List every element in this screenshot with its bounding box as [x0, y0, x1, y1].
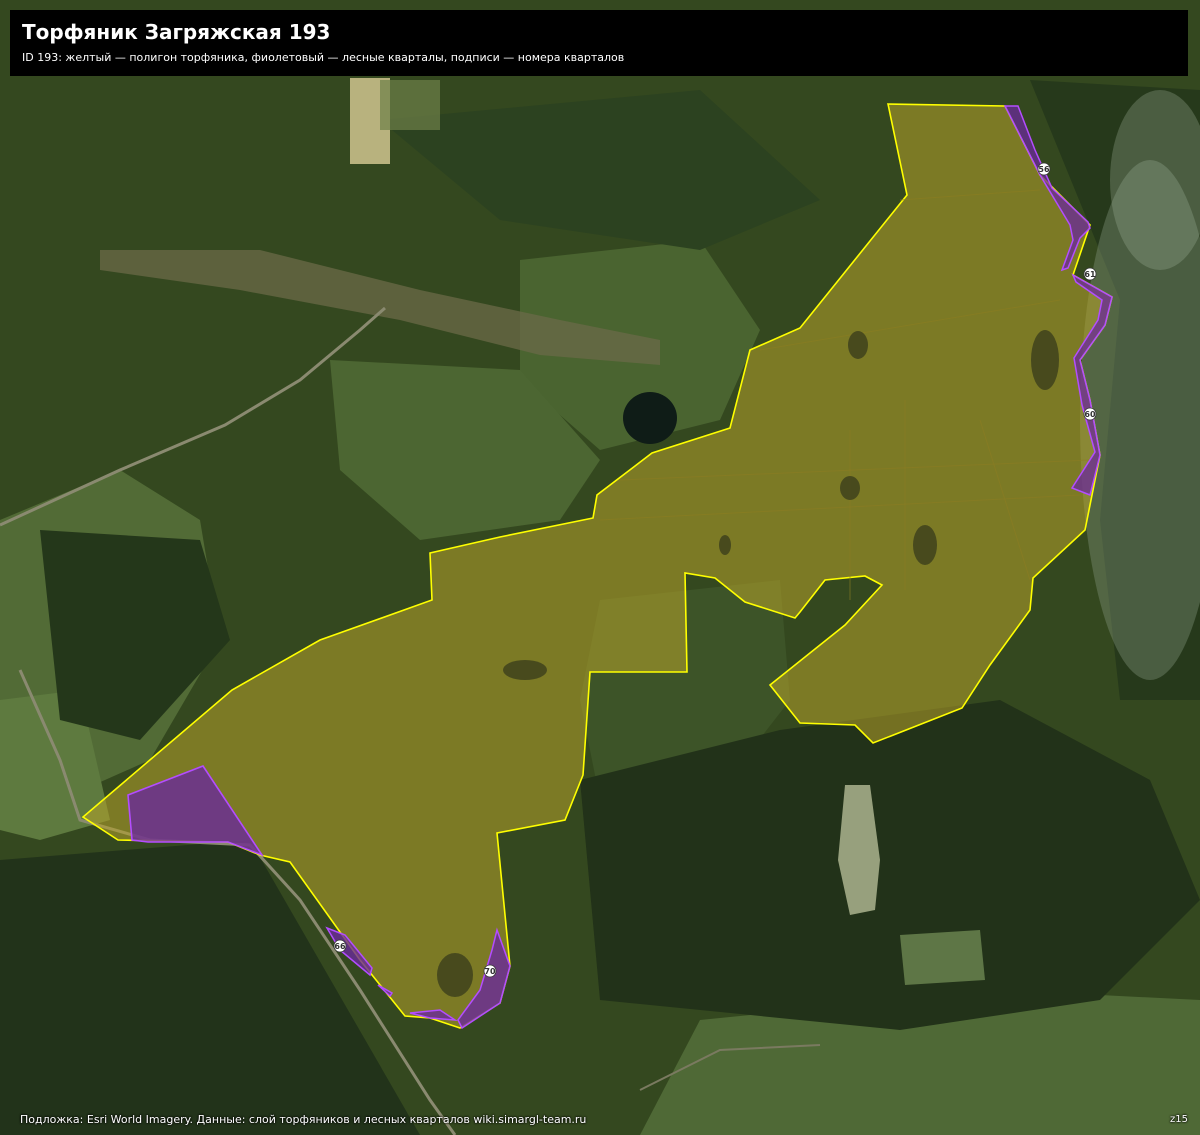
quarter-label-56: 56: [1037, 162, 1051, 176]
lake: [623, 392, 677, 444]
quarter-label-61: 61: [1083, 267, 1097, 281]
clearing: [900, 930, 985, 985]
zoom-level: z15: [1170, 1114, 1188, 1125]
svg-text:56: 56: [1038, 165, 1050, 174]
quarter-label-60: 60: [1083, 407, 1097, 421]
quarter-label-70: 70: [483, 964, 497, 978]
svg-text:60: 60: [1084, 410, 1096, 419]
svg-text:66: 66: [334, 942, 346, 951]
field-strip: [380, 80, 440, 130]
map-title: Торфяник Загряжская 193: [22, 20, 331, 44]
quarter-label-66: 66: [333, 939, 347, 953]
satellite-map[interactable]: 56 61 60 66 70: [0, 0, 1200, 1135]
map-subtitle: ID 193: желтый — полигон торфяника, фиол…: [22, 51, 625, 64]
svg-text:70: 70: [484, 967, 496, 976]
attribution-text: Подложка: Esri World Imagery. Данные: сл…: [20, 1113, 587, 1126]
svg-text:61: 61: [1084, 270, 1096, 279]
title-panel: Торфяник Загряжская 193 ID 193: желтый —…: [10, 10, 1188, 76]
